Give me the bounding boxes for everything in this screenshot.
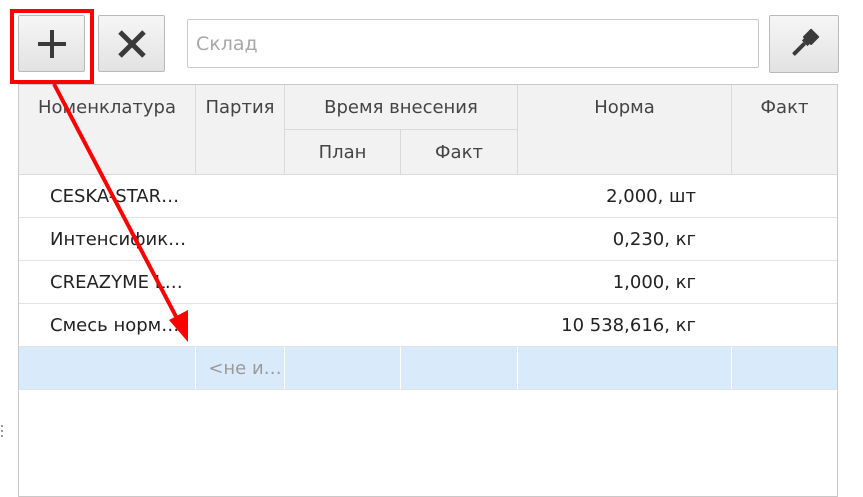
table-row[interactable]: CESKA-STAR… 2,000, шт [19,175,837,218]
table-row[interactable]: CREAZYME L… 1,000, кг [19,261,837,304]
cell-norm[interactable]: 10 538,616, кг [519,304,696,346]
table-row-new-selected[interactable]: <не и… [19,347,837,390]
delete-row-button[interactable] [98,15,165,72]
top-strip-cutoff [0,0,863,6]
column-header-fact[interactable]: Факт [732,85,837,175]
cell-nomenclature[interactable]: CREAZYME L… [50,261,195,303]
cell-nomenclature[interactable]: Смесь норм… [50,304,195,346]
close-icon [117,29,146,58]
cell-nomenclature[interactable]: CESKA-STAR… [50,175,195,217]
resize-handle[interactable] [0,422,4,442]
column-divider [517,347,518,389]
column-divider [195,347,196,389]
warehouse-input[interactable] [187,19,759,68]
column-header-nomenclature[interactable]: Номенклатура [19,85,196,175]
table-row[interactable]: Интенсифик… 0,230, кг [19,218,837,261]
column-header-batch[interactable]: Партия [196,85,285,175]
column-divider [731,347,732,389]
annotation-highlight-box [10,9,94,84]
cell-batch-placeholder[interactable]: <не и… [205,347,285,389]
cell-norm[interactable]: 0,230, кг [519,218,696,260]
column-header-entry-time[interactable]: Время внесения [285,85,518,130]
column-header-entry-plan[interactable]: План [285,130,401,175]
column-divider [400,347,401,389]
table-row[interactable]: Смесь норм… 10 538,616, кг [19,304,837,347]
cell-norm[interactable]: 2,000, шт [519,175,696,217]
cell-norm[interactable]: 1,000, кг [519,261,696,303]
column-header-entry-fact[interactable]: Факт [401,130,518,175]
column-header-norm[interactable]: Норма [518,85,732,175]
clear-format-button[interactable] [769,15,839,73]
cell-nomenclature[interactable]: Интенсифик… [50,218,195,260]
paint-brush-icon [792,28,820,56]
materials-table: Номенклатура Партия Время внесения План … [18,84,838,497]
